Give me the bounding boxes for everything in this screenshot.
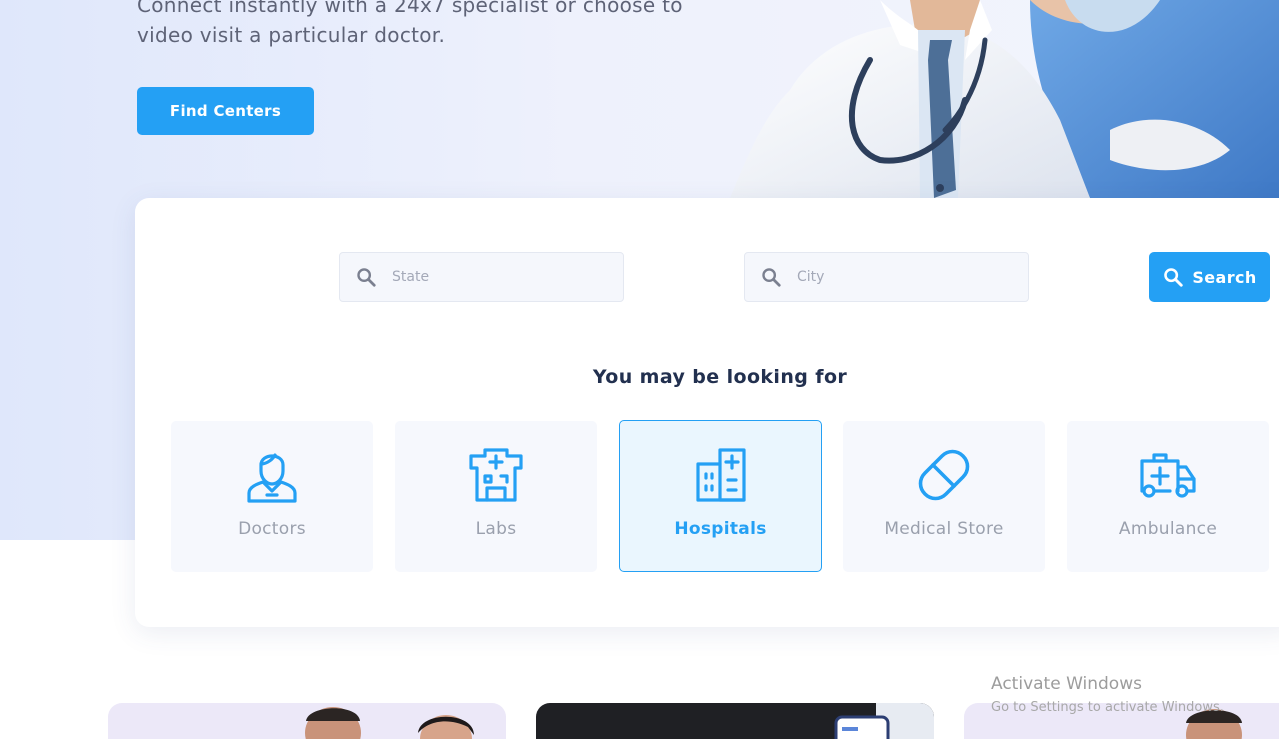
windows-watermark-subtitle: Go to Settings to activate Windows. xyxy=(991,700,1224,715)
state-placeholder: State xyxy=(392,269,430,285)
section-heading: You may be looking for xyxy=(592,366,848,388)
phone-photo xyxy=(834,703,934,739)
search-icon xyxy=(340,266,392,288)
doctors-illustration xyxy=(730,0,1279,198)
promo-card-app[interactable] xyxy=(536,703,934,739)
hero-line-1: Connect instantly with a 24x7 specialist… xyxy=(137,0,683,17)
city-search-field[interactable]: City xyxy=(744,252,1029,302)
search-icon xyxy=(1164,268,1184,287)
category-medical-store[interactable]: Medical Store xyxy=(843,421,1045,572)
ambulance-icon xyxy=(1140,447,1196,503)
find-centers-button[interactable]: Find Centers xyxy=(137,87,314,135)
category-label: Hospitals xyxy=(674,519,767,539)
search-button-label: Search xyxy=(1192,267,1257,287)
category-doctors[interactable]: Doctors xyxy=(171,421,373,572)
page: Connect instantly with a 24x7 specialist… xyxy=(0,0,1279,739)
category-label: Medical Store xyxy=(884,519,1004,539)
doctors-photo xyxy=(305,707,474,739)
category-label: Ambulance xyxy=(1118,519,1218,539)
hero-description: Connect instantly with a 24x7 specialist… xyxy=(137,0,717,50)
search-icon xyxy=(745,266,797,288)
category-label: Doctors xyxy=(238,519,306,539)
hospital-icon xyxy=(695,447,746,503)
category-labs[interactable]: Labs xyxy=(395,421,597,572)
state-search-field[interactable]: State xyxy=(339,252,624,302)
lab-building-icon xyxy=(469,447,523,503)
search-button[interactable]: Search xyxy=(1149,252,1270,302)
pill-icon xyxy=(916,447,972,503)
doctor-icon xyxy=(247,447,297,503)
hero-line-2: video visit a particular doctor. xyxy=(137,23,446,47)
category-ambulance[interactable]: Ambulance xyxy=(1067,421,1269,572)
category-hospitals[interactable]: Hospitals xyxy=(619,420,822,572)
category-label: Labs xyxy=(475,519,517,539)
city-placeholder: City xyxy=(797,269,825,285)
windows-watermark-title: Activate Windows xyxy=(991,674,1142,694)
promo-card-doctors[interactable] xyxy=(108,703,506,739)
